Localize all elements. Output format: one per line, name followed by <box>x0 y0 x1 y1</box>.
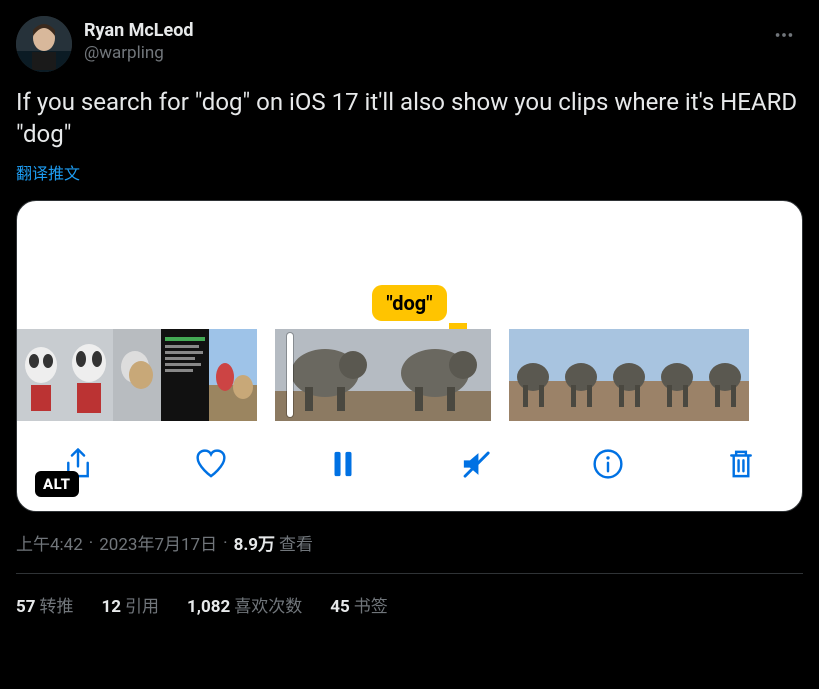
ellipsis-icon <box>773 24 795 46</box>
bookmarks-count: 45 <box>330 597 350 617</box>
alt-badge[interactable]: ALT <box>35 471 79 497</box>
clip-thumbnail[interactable] <box>509 329 557 421</box>
views-count[interactable]: 8.9万 <box>234 530 275 555</box>
media-top: "dog" <box>17 201 802 329</box>
speaker-muted-icon <box>459 447 493 481</box>
trash-icon <box>724 447 758 481</box>
player-controls <box>17 421 802 511</box>
quotes-count: 12 <box>102 597 122 617</box>
handle[interactable]: @warpling <box>84 42 194 64</box>
like-button[interactable] <box>190 443 232 485</box>
clip-thumbnail[interactable] <box>209 329 257 421</box>
views-label: 查看 <box>279 530 313 555</box>
retweets-label: 转推 <box>40 597 74 617</box>
heart-icon <box>194 447 228 481</box>
retweets-count: 57 <box>16 597 36 617</box>
more-button[interactable] <box>765 16 803 54</box>
pause-button[interactable] <box>322 443 364 485</box>
likes-stat[interactable]: 1,082喜欢次数 <box>187 592 302 617</box>
video-timeline[interactable] <box>17 329 802 421</box>
media-card[interactable]: "dog" <box>16 200 803 512</box>
bookmarks-label: 书签 <box>354 597 388 617</box>
pause-icon <box>326 447 360 481</box>
user-block: Ryan McLeod @warpling <box>84 16 194 64</box>
clip-group-3 <box>509 329 749 421</box>
info-button[interactable] <box>587 443 629 485</box>
divider <box>16 573 803 574</box>
search-highlight-badge: "dog" <box>372 285 446 321</box>
tweet-date[interactable]: 2023年7月17日 <box>99 530 217 555</box>
clip-thumbnail[interactable] <box>653 329 701 421</box>
retweets-stat[interactable]: 57转推 <box>16 592 74 617</box>
meta-separator: · <box>223 533 227 553</box>
tweet: Ryan McLeod @warpling If you search for … <box>0 0 819 617</box>
playhead[interactable] <box>287 333 293 417</box>
likes-count: 1,082 <box>187 597 230 617</box>
quotes-stat[interactable]: 12引用 <box>102 592 160 617</box>
clip-thumbnail[interactable] <box>605 329 653 421</box>
avatar[interactable] <box>16 16 72 72</box>
clip-thumbnail[interactable] <box>557 329 605 421</box>
likes-label: 喜欢次数 <box>234 597 302 617</box>
tweet-text: If you search for "dog" on iOS 17 it'll … <box>16 86 803 150</box>
display-name[interactable]: Ryan McLeod <box>84 20 194 42</box>
delete-button[interactable] <box>720 443 762 485</box>
bookmarks-stat[interactable]: 45书签 <box>330 592 388 617</box>
meta-separator: · <box>89 533 93 553</box>
tweet-meta: 上午4:42 · 2023年7月17日 · 8.9万 查看 <box>16 530 803 555</box>
quotes-label: 引用 <box>125 597 159 617</box>
mute-button[interactable] <box>455 443 497 485</box>
tweet-header: Ryan McLeod @warpling <box>16 16 803 72</box>
info-icon <box>591 447 625 481</box>
clip-thumbnail[interactable] <box>161 329 209 421</box>
clip-thumbnail[interactable] <box>17 329 65 421</box>
tweet-stats: 57转推 12引用 1,082喜欢次数 45书签 <box>16 592 803 617</box>
clip-thumbnail[interactable] <box>65 329 113 421</box>
clip-thumbnail[interactable] <box>383 329 491 421</box>
clip-group-2 <box>275 329 491 421</box>
translate-link[interactable]: 翻译推文 <box>16 160 80 184</box>
clip-thumbnail[interactable] <box>701 329 749 421</box>
clip-group-1 <box>17 329 257 421</box>
clip-thumbnail[interactable] <box>113 329 161 421</box>
tweet-time[interactable]: 上午4:42 <box>16 530 83 555</box>
